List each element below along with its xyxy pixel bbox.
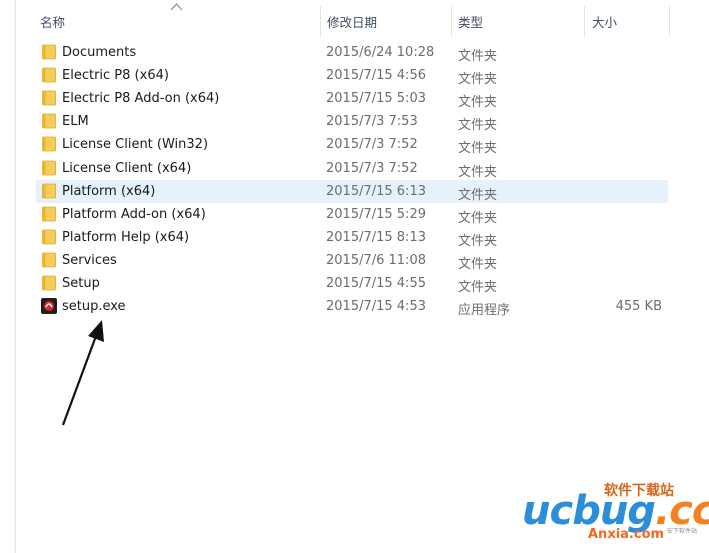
folder-icon [42, 206, 56, 222]
folder-icon [42, 252, 56, 268]
sort-ascending-icon[interactable] [170, 2, 183, 11]
file-name: Platform Add-on (x64) [62, 206, 206, 222]
folder-icon [42, 67, 56, 83]
file-modified-date: 2015/7/15 8:13 [326, 229, 426, 245]
pane-left-border [15, 0, 16, 553]
column-divider[interactable] [451, 6, 452, 36]
column-header-date[interactable]: 修改日期 [327, 12, 377, 31]
file-row[interactable]: Platform Add-on (x64) 2015/7/15 5:29 文件夹 [36, 203, 668, 226]
file-name: setup.exe [62, 299, 126, 315]
file-name: Electric P8 Add-on (x64) [62, 91, 220, 107]
file-name: Platform Help (x64) [62, 229, 190, 245]
file-row[interactable]: License Client (Win32) 2015/7/3 7:52 文件夹 [36, 133, 668, 156]
file-row[interactable]: Services 2015/7/6 11:08 文件夹 [36, 249, 668, 272]
file-row[interactable]: Platform (x64) 2015/7/15 6:13 文件夹 [36, 179, 668, 203]
file-row[interactable]: setup.exe 2015/7/15 4:53 应用程序 455 KB [36, 295, 668, 318]
file-modified-date: 2015/7/15 4:56 [326, 68, 426, 84]
watermark-subtitle-cn: 安下软件站 [667, 528, 698, 535]
file-row[interactable]: License Client (x64) 2015/7/3 7:52 文件夹 [36, 157, 668, 180]
folder-icon [42, 160, 56, 176]
file-type: 应用程序 [458, 303, 511, 319]
file-row[interactable]: Electric P8 Add-on (x64) 2015/7/15 5:03 文件… [36, 87, 668, 110]
file-type: 文件夹 [458, 49, 498, 64]
column-divider[interactable] [320, 6, 321, 36]
watermark-subtitle: Anxia.com [588, 527, 665, 542]
column-header-size[interactable]: 大小 [592, 12, 617, 31]
file-name: Platform (x64) [62, 183, 156, 199]
folder-icon [42, 136, 56, 152]
file-name: Electric P8 (x64) [62, 68, 169, 84]
file-modified-date: 2015/7/15 4:55 [326, 276, 426, 291]
file-type: 文件夹 [458, 210, 498, 226]
file-modified-date: 2015/7/15 5:29 [326, 206, 426, 222]
exe-icon [41, 298, 57, 315]
file-size: 455 KB [615, 299, 662, 315]
file-type: 文件夹 [458, 233, 498, 249]
file-modified-date: 2015/7/3 7:52 [326, 160, 418, 176]
file-type: 文件夹 [458, 187, 498, 203]
file-modified-date: 2015/6/24 10:28 [326, 45, 435, 60]
file-modified-date: 2015/7/15 4:53 [326, 299, 426, 315]
file-modified-date: 2015/7/3 7:52 [326, 137, 418, 153]
folder-icon [42, 113, 56, 129]
file-row[interactable]: Setup 2015/7/15 4:55 文件夹 [36, 272, 668, 295]
file-row[interactable]: Documents 2015/6/24 10:28 文件夹 [36, 41, 668, 64]
file-modified-date: 2015/7/6 11:08 [326, 252, 426, 268]
file-name: Services [62, 252, 117, 268]
file-name: ELM [62, 114, 89, 130]
column-divider[interactable] [584, 6, 585, 36]
column-header-bar: 名称 修改日期 类型 大小 [0, 0, 709, 38]
file-row[interactable]: Electric P8 (x64) 2015/7/15 4:56 文件夹 [36, 64, 668, 87]
folder-icon [42, 275, 56, 291]
file-type: 文件夹 [458, 72, 498, 88]
file-modified-date: 2015/7/15 6:13 [326, 183, 426, 199]
file-type: 文件夹 [458, 118, 498, 134]
file-name: Setup [62, 276, 100, 291]
file-modified-date: 2015/7/15 5:03 [326, 91, 426, 107]
column-header-name[interactable]: 名称 [40, 12, 65, 31]
folder-icon [42, 90, 56, 106]
file-modified-date: 2015/7/3 7:53 [326, 114, 418, 130]
file-type: 文件夹 [458, 256, 498, 272]
folder-icon [42, 44, 56, 60]
folder-icon [42, 183, 56, 199]
file-type: 文件夹 [458, 95, 498, 111]
file-name: License Client (x64) [62, 160, 192, 176]
file-name: Documents [62, 45, 137, 60]
file-type: 文件夹 [458, 141, 498, 157]
file-row[interactable]: Platform Help (x64) 2015/7/15 8:13 文件夹 [36, 226, 668, 249]
file-row[interactable]: ELM 2015/7/3 7:53 文件夹 [36, 110, 668, 133]
folder-icon [42, 229, 56, 245]
column-divider[interactable] [669, 6, 670, 36]
column-header-type[interactable]: 类型 [458, 12, 483, 31]
file-type: 文件夹 [458, 164, 498, 180]
file-name: License Client (Win32) [62, 137, 209, 153]
file-type: 文件夹 [458, 280, 498, 295]
